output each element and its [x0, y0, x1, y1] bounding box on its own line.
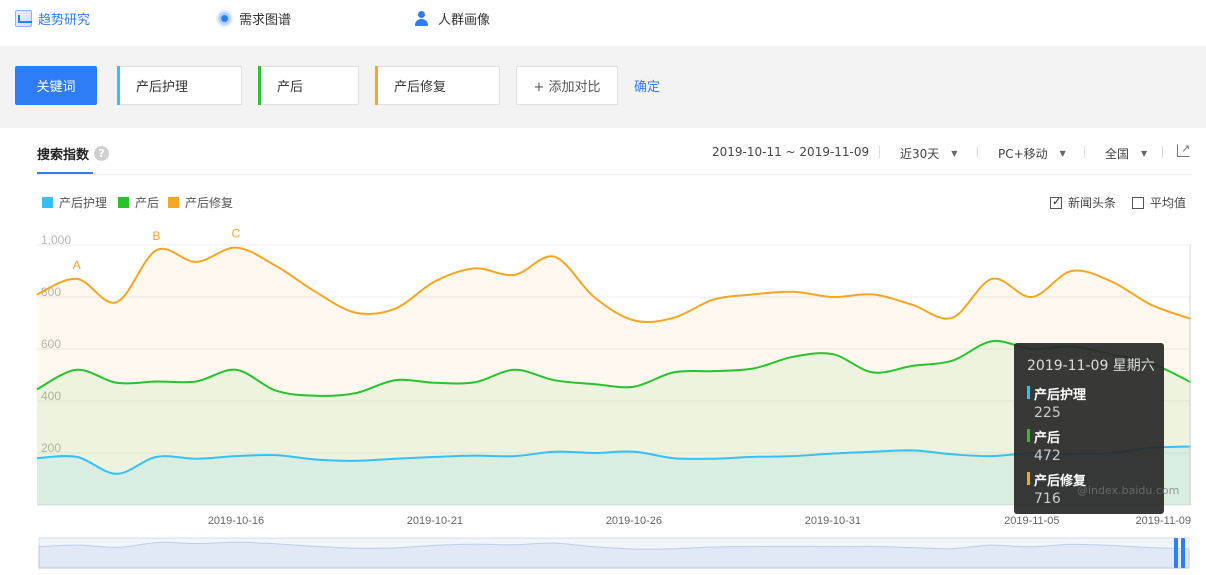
x-tick-label: 2019-10-21: [407, 515, 463, 527]
tooltip-series-value: 472: [1034, 448, 1061, 464]
x-tick-label: 2019-10-31: [805, 515, 861, 527]
y-tick-label: 1,000: [41, 233, 71, 247]
tooltip-series-name: 产后护理: [1034, 388, 1087, 403]
tooltip-date: 2019-11-09 星期六: [1027, 358, 1155, 374]
annotation-label: A: [73, 258, 81, 272]
x-tick-label: 2019-11-05: [1004, 515, 1059, 527]
tooltip-series-value: 225: [1034, 405, 1061, 421]
tooltip-marker: [1027, 386, 1030, 399]
tooltip-row: 产后护理 225: [1027, 384, 1164, 421]
tooltip-marker: [1027, 429, 1030, 442]
annotation-label: B: [152, 229, 160, 243]
x-tick-label: 2019-10-26: [606, 515, 662, 527]
range-slider-handle[interactable]: [1181, 538, 1185, 568]
tooltip-series-name: 产后: [1034, 431, 1061, 446]
x-tick-label: 2019-10-16: [208, 515, 264, 527]
tooltip-row: 产后 472: [1027, 427, 1164, 464]
watermark: @index.baidu.com: [1077, 484, 1180, 497]
range-slider-handle[interactable]: [1174, 538, 1178, 568]
tooltip-marker: [1027, 472, 1030, 485]
x-tick-label: 2019-11-09: [1136, 515, 1191, 527]
annotation-label: C: [232, 227, 241, 241]
